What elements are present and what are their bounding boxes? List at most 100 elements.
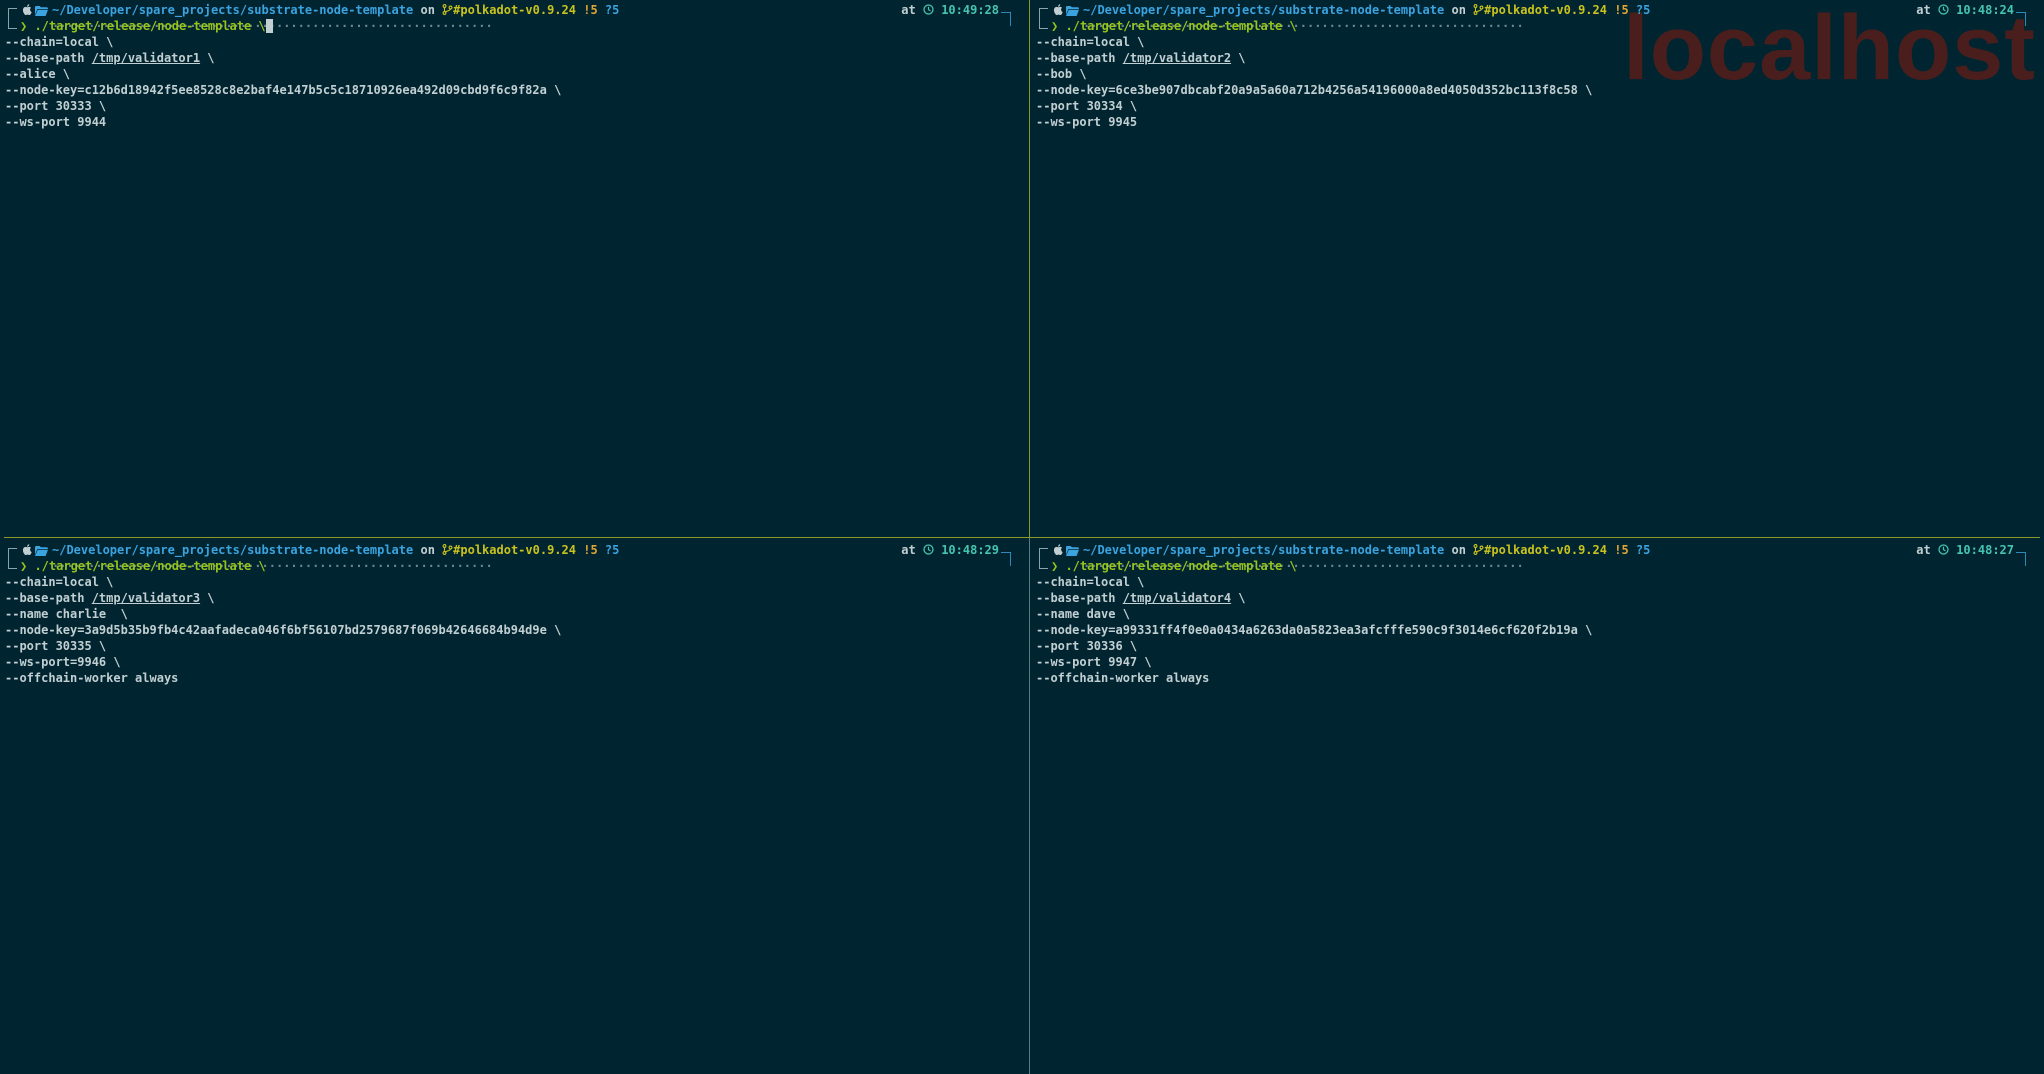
command-argument-line: --port 30333 \ <box>5 98 106 114</box>
prompt-time: 10:48:27 <box>1956 543 2014 557</box>
command-line[interactable]: ❯ ./target/release/node-template \ <box>20 558 266 574</box>
prompt-bracket <box>8 22 17 29</box>
prompt-chevron-icon: ❯ <box>20 559 35 573</box>
current-directory: ~/Developer/spare_projects/substrate-nod… <box>1083 543 1445 557</box>
prompt-chevron-icon: ❯ <box>1051 559 1066 573</box>
command-argument-line: --base-path /tmp/validator2 \ <box>1036 50 1246 66</box>
folder-icon <box>35 544 48 556</box>
argument-text: --chain=local \ <box>5 575 114 589</box>
on-label: on <box>420 3 435 17</box>
argument-text: --bob \ <box>1036 67 1087 81</box>
current-directory: ~/Developer/spare_projects/substrate-nod… <box>52 3 414 17</box>
at-label: at <box>901 543 916 557</box>
command-argument-line: --chain=local \ <box>5 574 113 590</box>
folder-icon <box>1066 4 1079 16</box>
terminal-pane-1[interactable]: ~/Developer/spare_projects/substrate-nod… <box>0 0 1029 537</box>
at-label: at <box>1916 543 1931 557</box>
terminal-pane-4[interactable]: ~/Developer/spare_projects/substrate-nod… <box>1031 540 2044 1074</box>
git-branch-name: #polkadot-v0.9.24 <box>453 543 576 557</box>
argument-path[interactable]: /tmp/validator2 <box>1123 51 1231 65</box>
argument-text: --alice \ <box>5 67 71 81</box>
prompt-time: 10:48:24 <box>1956 3 2014 17</box>
prompt-time-block: at 10:48:24 <box>1916 2 2014 18</box>
apple-icon <box>22 543 32 556</box>
command-argument-line: --base-path /tmp/validator1 \ <box>5 50 215 66</box>
git-branch-icon <box>1473 3 1484 15</box>
git-branch-icon <box>442 543 453 555</box>
apple-icon <box>1053 543 1063 556</box>
argument-text: --node-key=6ce3be907dbcabf20a9a5a60a712b… <box>1036 83 1593 97</box>
apple-icon <box>1053 3 1063 16</box>
watermark-localhost: localhost <box>1623 0 2036 99</box>
argument-text: --name dave \ <box>1036 607 1130 621</box>
command-argument-line: --offchain-worker always <box>5 670 178 686</box>
prompt-chevron-icon: ❯ <box>20 19 35 33</box>
argument-text: --port 30334 \ <box>1036 99 1138 113</box>
git-untracked-count: ?5 <box>604 3 620 17</box>
argument-continuation: \ <box>1231 591 1246 605</box>
argument-path[interactable]: /tmp/validator4 <box>1123 591 1231 605</box>
on-label: on <box>1451 3 1466 17</box>
prompt-bracket <box>8 562 17 569</box>
command-line[interactable]: ❯ ./target/release/node-template \ <box>1051 18 1297 34</box>
clock-icon <box>1938 543 1949 555</box>
command-text: ./target/release/node-template \ <box>1065 19 1297 33</box>
argument-text: --node-key=3a9d5b35b9fb4c42aafadeca046f6… <box>5 623 562 637</box>
git-modified-count: !5 <box>1614 543 1629 557</box>
prompt-bracket <box>1039 562 1048 569</box>
command-argument-line: --alice \ <box>5 66 70 82</box>
command-text: ./target/release/node-template \ <box>34 559 266 573</box>
command-text: ./target/release/node-template \ <box>1065 559 1297 573</box>
at-label: at <box>901 3 916 17</box>
argument-text: --ws-port 9947 \ <box>1036 655 1152 669</box>
argument-text: --ws-port 9944 <box>5 115 107 129</box>
command-argument-line: --ws-port 9945 <box>1036 114 1137 130</box>
command-line[interactable]: ❯ ./target/release/node-template \ <box>1051 558 1297 574</box>
terminal-pane-2[interactable]: localhost ~/Developer/spare_projects/sub… <box>1031 0 2044 537</box>
command-argument-line: --name dave \ <box>1036 606 1130 622</box>
argument-text: --port 30333 \ <box>5 99 107 113</box>
command-argument-line: --ws-port 9944 <box>5 114 106 130</box>
prompt-chevron-icon: ❯ <box>1051 19 1066 33</box>
folder-icon <box>35 4 48 16</box>
command-argument-line: --name charlie \ <box>5 606 128 622</box>
prompt-bracket <box>8 548 17 563</box>
command-line[interactable]: ❯ ./target/release/node-template \ <box>20 18 273 34</box>
command-argument-line: --node-key=6ce3be907dbcabf20a9a5a60a712b… <box>1036 82 1592 98</box>
terminal-pane-3[interactable]: ~/Developer/spare_projects/substrate-nod… <box>0 540 1029 1074</box>
argument-text: --port 30336 \ <box>1036 639 1138 653</box>
git-branch-name: #polkadot-v0.9.24 <box>1484 3 1607 17</box>
command-text: ./target/release/node-template \ <box>34 19 266 33</box>
argument-text: --node-key=c12b6d18942f5ee8528c8e2baf4e1… <box>5 83 562 97</box>
argument-text: --base-path <box>5 591 92 605</box>
command-argument-line: --ws-port 9947 \ <box>1036 654 1152 670</box>
apple-icon <box>22 3 32 16</box>
prompt-time: 10:48:29 <box>941 543 999 557</box>
argument-text: --name charlie \ <box>5 607 128 621</box>
command-argument-line: --node-key=a99331ff4f0e0a0434a6263da0a58… <box>1036 622 1592 638</box>
argument-text: --ws-port=9946 \ <box>5 655 121 669</box>
argument-text: --chain=local \ <box>5 35 114 49</box>
argument-text: --base-path <box>5 51 92 65</box>
text-cursor <box>265 19 273 33</box>
argument-continuation: \ <box>200 591 215 605</box>
prompt-time-block: at 10:48:29 <box>901 542 999 558</box>
argument-text: --base-path <box>1036 591 1123 605</box>
prompt-bracket <box>1039 548 1048 563</box>
argument-text: --offchain-worker always <box>1036 671 1210 685</box>
command-argument-line: --port 30334 \ <box>1036 98 1137 114</box>
git-untracked-count: ?5 <box>1635 543 1651 557</box>
clock-icon <box>1938 3 1949 15</box>
git-modified-count: !5 <box>583 543 598 557</box>
clock-icon <box>923 543 934 555</box>
git-modified-count: !5 <box>1614 3 1629 17</box>
command-argument-line: --node-key=3a9d5b35b9fb4c42aafadeca046f6… <box>5 622 561 638</box>
argument-path[interactable]: /tmp/validator3 <box>92 591 200 605</box>
pane-divider-horizontal[interactable] <box>4 537 2040 538</box>
current-directory: ~/Developer/spare_projects/substrate-nod… <box>52 543 414 557</box>
command-argument-line: --port 30335 \ <box>5 638 106 654</box>
command-argument-line: --node-key=c12b6d18942f5ee8528c8e2baf4e1… <box>5 82 561 98</box>
argument-path[interactable]: /tmp/validator1 <box>92 51 200 65</box>
git-untracked-count: ?5 <box>1635 3 1651 17</box>
on-label: on <box>1451 543 1466 557</box>
